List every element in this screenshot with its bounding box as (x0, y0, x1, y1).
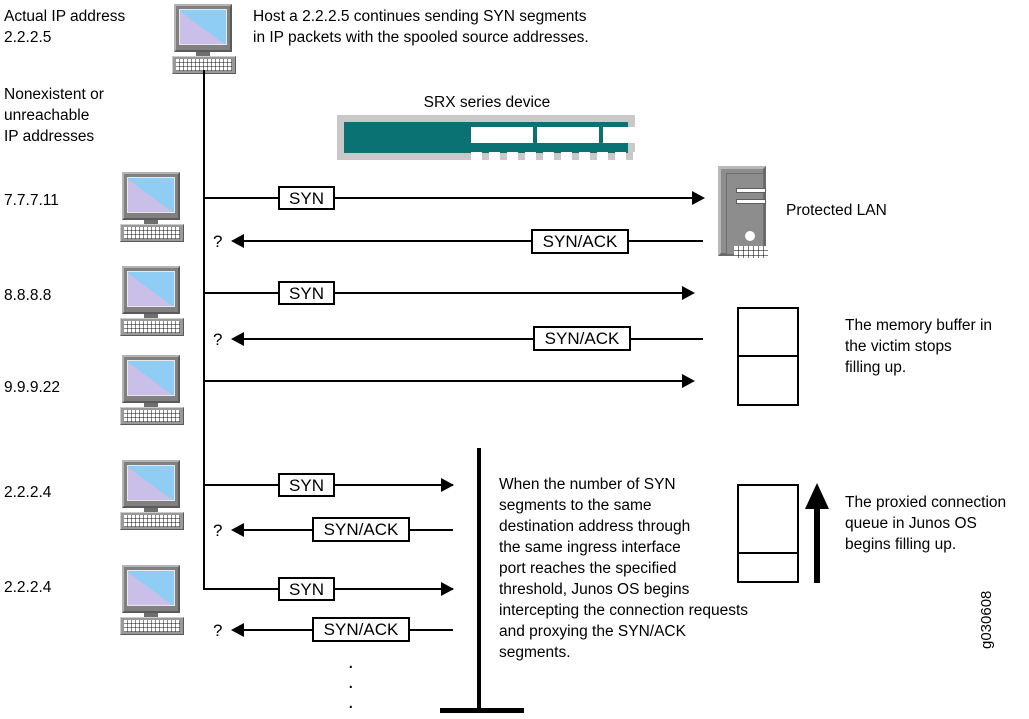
flow-5-request-arrowhead (441, 582, 454, 596)
server-drive-slot-1 (736, 188, 766, 193)
continuation-dot-2: . (348, 671, 354, 693)
junos-barrier-line (477, 448, 481, 712)
flow-2-syn-box: SYN (278, 281, 335, 305)
srx-port-small-1 (471, 152, 482, 163)
host-ip-label-2: 8.8.8.8 (4, 287, 52, 304)
host-icon-9-9-9-22 (120, 355, 184, 425)
queue-growth-arrow-icon (805, 483, 829, 509)
srx-port-small-13 (687, 152, 698, 163)
flow-4-syn-box: SYN (278, 473, 335, 497)
flow-1-syn-box: SYN (278, 186, 335, 210)
flow-4-question-mark: ? (213, 521, 223, 540)
flow-1-reply-line (238, 240, 703, 242)
monitor-screen (127, 570, 175, 606)
srx-port-small-8 (597, 152, 608, 163)
flow-5-reply-arrowhead (231, 623, 244, 637)
queue-growth-arrow-shaft (814, 505, 820, 583)
srx-device-title: SRX series device (423, 94, 551, 111)
network-diagram: Actual IP address 2.2.2.5 Nonexistent or… (0, 0, 1029, 719)
monitor-screen (127, 465, 175, 501)
srx-port-small-7 (579, 152, 590, 163)
flow-4-request-arrowhead (441, 478, 454, 492)
flow-5-syn-box: SYN (278, 577, 335, 601)
srx-port-small-3 (507, 152, 518, 163)
flow-1-question-mark: ? (213, 232, 223, 251)
proxied-queue-label: The proxied connection queue in Junos OS… (845, 494, 1007, 553)
keyboard-keys (124, 410, 180, 422)
srx-port-small-12 (669, 152, 680, 163)
monitor-screen (127, 271, 175, 307)
flow-2-request-line (203, 292, 683, 294)
server-power-led (745, 231, 755, 241)
protected-lan-label: Protected LAN (786, 202, 887, 219)
srx-port-small-5 (543, 152, 554, 163)
flow-4-reply-arrowhead (231, 523, 244, 537)
host-ip-label-3: 9.9.9.22 (4, 379, 61, 396)
attacker-host-icon (172, 4, 236, 74)
srx-port-large-4 (669, 127, 731, 143)
keyboard-keys (124, 227, 180, 239)
flow-5-syn-ack-box: SYN/ACK (312, 617, 410, 642)
flow-2-request-arrowhead (682, 286, 695, 300)
srx-port-small-14 (705, 152, 716, 163)
monitor-screen (127, 177, 175, 213)
srx-port-large-2 (537, 127, 599, 143)
host-ip-label-1: 7.7.7.11 (4, 192, 59, 209)
memory-buffer-box (737, 307, 799, 406)
srx-port-small-10 (633, 152, 644, 163)
flow-1-request-line (203, 197, 693, 199)
host-note-label: Host a 2.2.2.5 continues sending SYN seg… (253, 8, 589, 46)
keyboard-keys (124, 515, 180, 527)
srx-port-small-6 (561, 152, 572, 163)
srx-chassis (344, 122, 731, 163)
srx-series-device (337, 115, 731, 163)
flow-1-reply-arrowhead (231, 234, 244, 248)
attacker-trunk-line (203, 70, 205, 590)
proxied-queue-fill-line (739, 552, 797, 554)
server-front-panel (726, 173, 768, 258)
host-icon-8-8-8-8 (120, 266, 184, 336)
nonexistent-ip-label: Nonexistent or unreachable IP addresses (4, 86, 104, 145)
flow-2-reply-arrowhead (231, 332, 244, 346)
host-icon-2-2-2-4-a (120, 460, 184, 530)
srx-port-small-2 (489, 152, 500, 163)
host-icon-7-7-7-11 (120, 172, 184, 242)
host-ip-label-4: 2.2.2.4 (4, 484, 52, 501)
flow-2-question-mark: ? (213, 330, 223, 349)
memory-buffer-label: The memory buffer in the victim stops fi… (845, 317, 993, 376)
figure-id-watermark: g030608 (978, 590, 995, 649)
server-drive-slot-2 (736, 199, 766, 204)
keyboard-keys (124, 620, 180, 632)
server-case (718, 166, 768, 258)
protected-lan-server-icon (718, 166, 768, 258)
monitor-screen (179, 9, 227, 45)
host-icon-2-2-2-4-b (120, 565, 184, 635)
flow-1-request-arrowhead (692, 191, 705, 205)
flow-2-reply-line (238, 338, 703, 340)
junos-barrier-base (440, 708, 524, 713)
srx-port-large-3 (603, 127, 665, 143)
flow-5-question-mark: ? (213, 621, 223, 640)
monitor-screen (127, 360, 175, 396)
actual-ip-address-label: Actual IP address 2.2.2.5 (4, 8, 126, 46)
srx-port-small-4 (525, 152, 536, 163)
flow-2-syn-ack-box: SYN/ACK (533, 326, 631, 351)
srx-port-small-9 (615, 152, 626, 163)
keyboard-keys (124, 321, 180, 333)
flow-3-request-arrowhead (682, 374, 695, 388)
srx-port-small-11 (651, 152, 662, 163)
flow-1-syn-ack-box: SYN/ACK (531, 229, 629, 254)
memory-buffer-fill-line (739, 355, 797, 357)
continuation-dot-1: . (348, 651, 354, 673)
flow-4-syn-ack-box: SYN/ACK (312, 517, 410, 542)
flow-3-request-line (203, 380, 683, 382)
srx-port-large-1 (471, 127, 533, 143)
server-vent-grid (734, 246, 768, 258)
continuation-dot-3: . (348, 691, 354, 713)
host-ip-label-5: 2.2.2.4 (4, 579, 52, 596)
proxied-queue-box (737, 484, 799, 583)
